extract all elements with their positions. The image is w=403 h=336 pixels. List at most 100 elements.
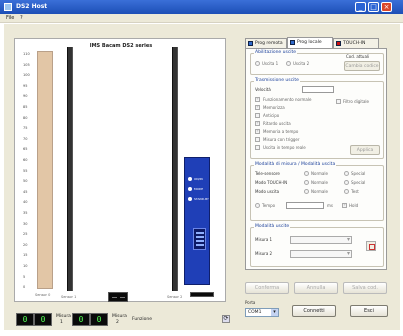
hold-checkbox[interactable] [342, 202, 347, 208]
code-label: Cod. attuali [346, 54, 370, 59]
led-icon [188, 177, 192, 181]
mode-row-label: Modo uscita [255, 189, 280, 194]
timer-field[interactable] [286, 202, 324, 209]
scale-label: 80 [23, 115, 28, 120]
group-trasmissione-legend: Trasmissione uscite [254, 78, 300, 83]
output-2-radio[interactable] [286, 61, 291, 66]
port-select[interactable]: COM1 ▾ [245, 308, 279, 317]
device-panel: ON/IN MODE STAND-BY [184, 157, 210, 285]
timer-radio[interactable] [255, 203, 260, 208]
group-uscite [250, 227, 384, 267]
lcd-display-1b: 0 [34, 313, 52, 326]
scale-label: 105 [23, 62, 30, 67]
device-indicator: MODE [188, 186, 210, 192]
change-code-button[interactable]: Cambia codice [344, 61, 380, 71]
mode-radio-a[interactable] [304, 189, 309, 194]
measure-2-select[interactable] [290, 250, 352, 258]
scale-label: 10 [23, 264, 28, 268]
scale-label: 95 [23, 83, 28, 88]
filter-label: Filtro digitale [343, 99, 369, 104]
status-strip: 0 0 Misura 1 0 0 Misura 2 Funzione ⟳ [8, 312, 230, 328]
scale-label: 5 [23, 274, 26, 279]
output-2-label: Uscita 2 [293, 61, 310, 66]
scale-label: 0 [23, 285, 26, 290]
level-scale: 110 105 100 95 90 85 80 75 70 65 60 55 5… [23, 52, 33, 297]
option-checkbox[interactable] [255, 145, 260, 150]
menu-bar: File ? [0, 14, 403, 23]
option-checkbox[interactable] [255, 113, 260, 118]
cancel-button[interactable]: Annulla [294, 282, 338, 294]
scale-label: 85 [23, 105, 28, 109]
port-label: Porta [245, 300, 256, 305]
led-icon [188, 187, 192, 191]
option-checkbox[interactable] [255, 104, 260, 110]
option-label: Memoria a tempo [263, 129, 299, 134]
sensor-2-column [172, 47, 178, 291]
mode-option-a: Normale [311, 189, 328, 194]
option-label: Anticipo [263, 113, 280, 118]
scale-label: 15 [23, 253, 28, 258]
mode-radio-a[interactable] [304, 180, 309, 185]
timer-unit: ms [327, 203, 333, 208]
output-1-radio[interactable] [255, 61, 260, 66]
option-checkbox[interactable] [255, 120, 260, 126]
function-label: Funzione [132, 317, 153, 322]
tab-page: Abilitazione uscite Uscita 1 Uscita 2 Co… [245, 48, 387, 270]
panel-title: IMS Bacam DS2 series [89, 43, 153, 49]
measure-1-select[interactable] [290, 236, 352, 244]
scale-label: 50 [23, 179, 28, 184]
reset-icon[interactable] [366, 241, 376, 251]
option-checkbox[interactable] [255, 96, 260, 102]
hold-label: Hold [349, 203, 359, 208]
remote-icon [248, 41, 253, 46]
option-checkbox[interactable] [255, 137, 260, 142]
device-display [193, 228, 206, 250]
lcd-display-2b: 0 [90, 313, 108, 326]
tab-prog-remota[interactable]: Prog remota [245, 38, 287, 48]
tab-prog-locale[interactable]: Prog locale [287, 37, 333, 48]
title-bar: DS2 Host _ □ × [0, 0, 403, 14]
refresh-icon[interactable]: ⟳ [222, 315, 230, 323]
scale-label: 45 [23, 189, 28, 194]
mode-option-a: Normale [311, 171, 328, 176]
device-indicator: STAND-BY [188, 196, 210, 202]
local-icon [290, 40, 295, 45]
option-label: Misura con trigger [263, 137, 300, 142]
scale-label: 70 [23, 136, 28, 141]
apply-button[interactable]: Applica [350, 145, 380, 155]
sensor-1-label: Sensor 1 [61, 295, 77, 299]
lcd-display-1: 0 [16, 313, 34, 326]
confirm-button[interactable]: Conferma [245, 282, 289, 294]
scale-label: 100 [23, 73, 30, 78]
scale-label: 65 [23, 147, 28, 152]
maximize-button[interactable]: □ [368, 2, 379, 12]
scale-label: 55 [23, 168, 28, 173]
connect-button[interactable]: Connetti [292, 305, 336, 317]
mode-option-a: Normale [311, 180, 328, 185]
sensor-1-display [108, 292, 128, 302]
sensor-1-column [67, 47, 73, 291]
tab-touch-in[interactable]: TOUCH-IN [333, 38, 379, 48]
scale-label: 20 [23, 242, 28, 247]
save-code-button[interactable]: Salva cod. [343, 282, 387, 294]
exit-button[interactable]: Esci [350, 305, 388, 317]
velocity-field[interactable] [302, 86, 334, 93]
group-uscite-legend: Modalità uscite [254, 224, 291, 229]
scale-label: 60 [23, 158, 28, 162]
mode-radio-b[interactable] [344, 171, 349, 176]
mode-radio-b[interactable] [344, 180, 349, 185]
measure-2-label: Misura 2 [255, 251, 273, 256]
mode-option-b: Special [351, 180, 366, 185]
scale-label: 110 [23, 52, 30, 56]
filter-checkbox[interactable] [336, 99, 341, 104]
chevron-down-icon: ▾ [271, 309, 278, 316]
scale-label: 25 [23, 232, 28, 237]
close-button[interactable]: × [381, 2, 392, 12]
minimize-button[interactable]: _ [355, 2, 366, 12]
mode-radio-b[interactable] [344, 189, 349, 194]
mode-radio-a[interactable] [304, 171, 309, 176]
menu-file[interactable]: File [6, 15, 14, 21]
menu-help[interactable]: ? [20, 15, 23, 21]
lcd-2-label: Misura [112, 314, 127, 319]
option-checkbox[interactable] [255, 128, 260, 134]
